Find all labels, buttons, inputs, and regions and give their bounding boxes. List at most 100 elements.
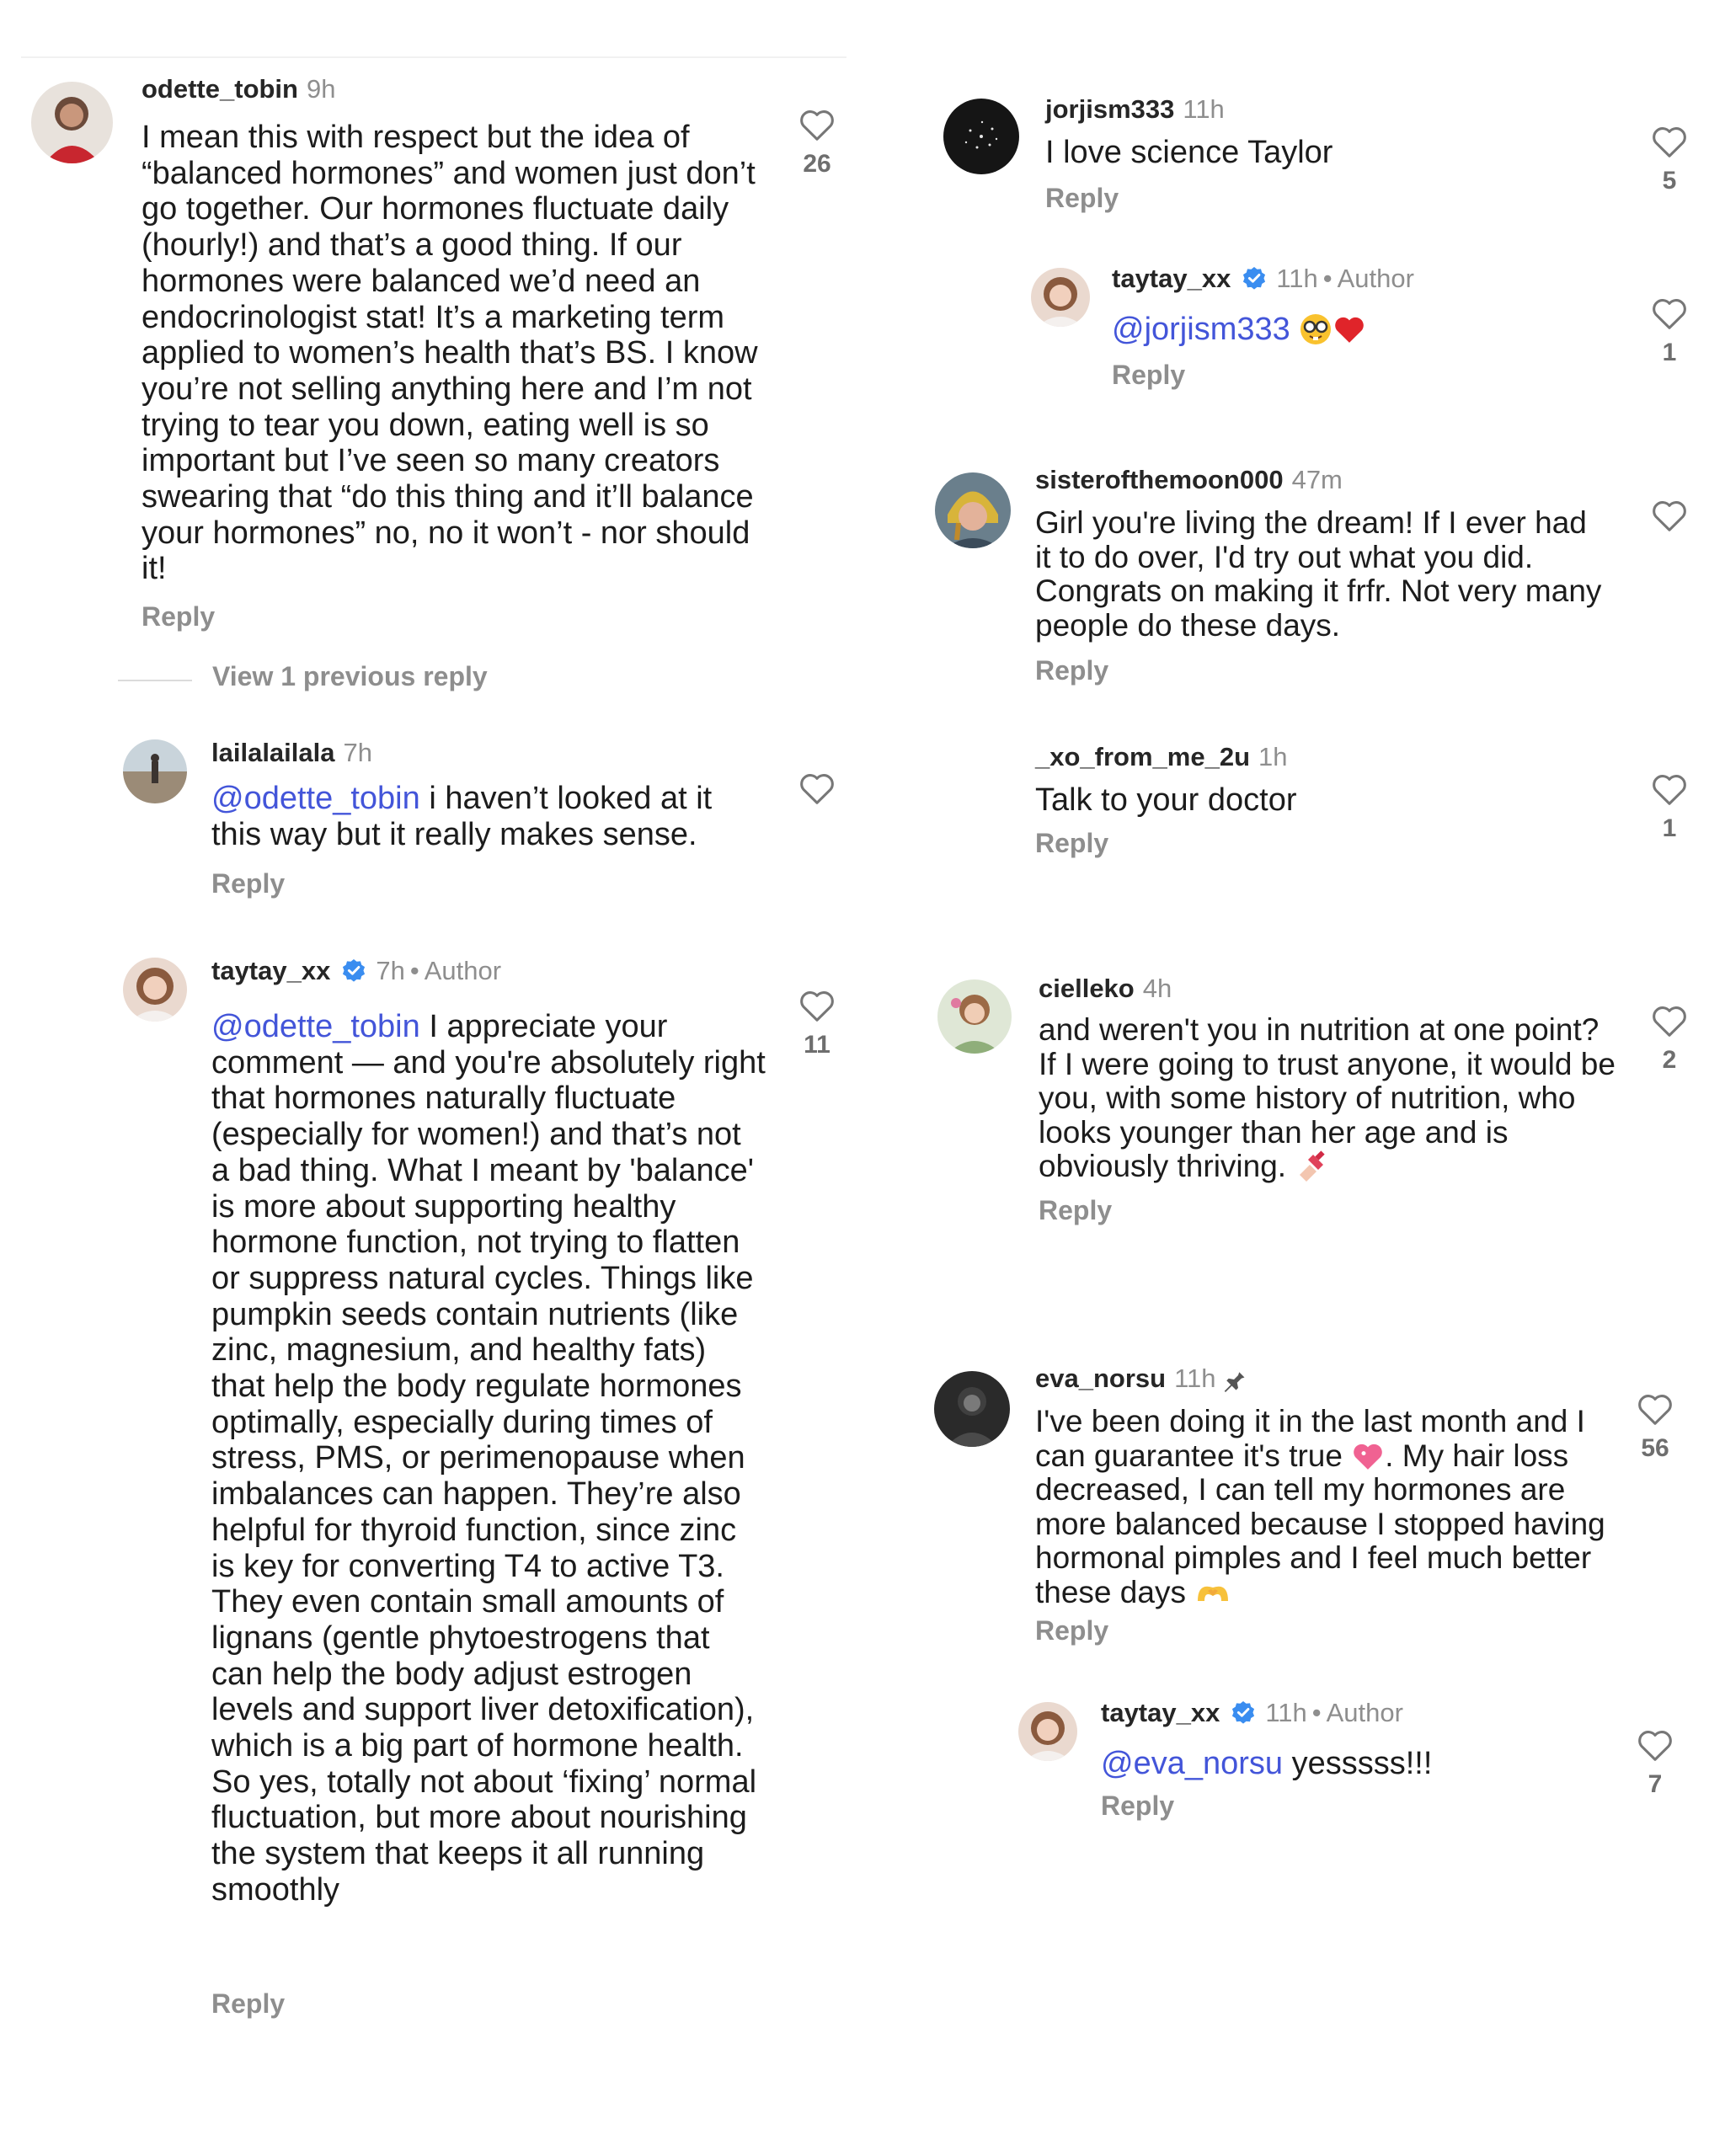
like-button[interactable]: 2 — [1632, 1004, 1707, 1075]
heart-icon — [1653, 775, 1686, 805]
reply-button[interactable]: Reply — [211, 868, 285, 899]
verified-badge-icon — [343, 959, 366, 982]
heart-icon — [800, 774, 834, 804]
reply-button[interactable]: Reply — [1045, 183, 1119, 214]
like-button[interactable] — [1632, 499, 1707, 532]
like-button[interactable]: 5 — [1632, 125, 1707, 195]
timestamp: 1h — [1258, 742, 1288, 771]
avatar[interactable] — [935, 472, 1011, 548]
author-label: Author — [424, 956, 502, 985]
avatar[interactable] — [943, 99, 1019, 174]
comment-text: I love science Taylor — [1045, 135, 1567, 171]
username[interactable]: sisterofthemoon000 — [1035, 465, 1284, 494]
reply-button[interactable]: Reply — [1035, 828, 1108, 859]
username[interactable]: cielleko — [1039, 974, 1135, 1003]
avatar[interactable] — [31, 82, 113, 163]
reply-button[interactable]: Reply — [1101, 1790, 1174, 1822]
like-button[interactable]: 1 — [1632, 772, 1707, 843]
like-button[interactable]: 26 — [779, 108, 855, 179]
comment-body: Talk to your doctor — [1035, 782, 1297, 818]
reply-button[interactable]: Reply — [1112, 360, 1185, 391]
avatar[interactable] — [937, 979, 1012, 1054]
username[interactable]: odette_tobin — [142, 74, 298, 104]
username[interactable]: lailalailala — [211, 738, 335, 767]
like-count: 56 — [1641, 1434, 1669, 1462]
comment-header: cielleko 4h — [1039, 972, 1172, 1006]
mention-link[interactable]: @odette_tobin — [211, 1009, 420, 1044]
username[interactable]: eva_norsu — [1035, 1364, 1166, 1393]
avatar[interactable] — [123, 958, 187, 1022]
heart-icon — [1638, 1731, 1672, 1761]
heart-icon — [1653, 127, 1686, 157]
comment-body: Girl you're living the dream! If I ever … — [1035, 505, 1602, 643]
pin-icon — [1224, 1369, 1244, 1392]
reply-button[interactable]: Reply — [1039, 1195, 1112, 1226]
mention-link[interactable]: @eva_norsu — [1101, 1746, 1283, 1781]
heart-icon — [1653, 1006, 1686, 1037]
username[interactable]: taytay_xx — [1112, 264, 1231, 293]
avatar[interactable] — [1031, 268, 1090, 327]
heart-icon — [800, 991, 834, 1022]
comment-text: I've been doing it in the last month and… — [1035, 1404, 1616, 1609]
timestamp: 11h — [1183, 94, 1225, 124]
comment-header: lailalailala 7h — [211, 736, 372, 770]
comment-header: _xo_from_me_2u 1h — [1035, 740, 1288, 774]
timestamp: 47m — [1291, 465, 1343, 494]
avatar[interactable] — [934, 1371, 1010, 1447]
comment-body: I mean this with respect but the idea of… — [142, 120, 758, 587]
author-label: Author — [1326, 1698, 1403, 1727]
mention-link[interactable]: @odette_tobin — [211, 781, 420, 816]
comment-body: I love science Taylor — [1045, 135, 1333, 170]
timestamp: 11h — [1265, 1698, 1307, 1727]
like-button[interactable] — [779, 771, 855, 805]
avatar[interactable] — [1018, 1702, 1077, 1761]
username[interactable]: jorjism333 — [1045, 94, 1174, 124]
comment-header: taytay_xx 11h • Author — [1101, 1696, 1403, 1730]
separator-dot: • — [1322, 264, 1332, 293]
nerd-face-emoji-icon — [1300, 314, 1332, 344]
comment-text: I mean this with respect but the idea of… — [142, 120, 765, 587]
heart-icon — [800, 110, 834, 141]
avatar[interactable] — [123, 739, 187, 803]
username[interactable]: taytay_xx — [211, 956, 330, 985]
comment-text: @odette_tobin I appreciate your comment … — [211, 1009, 767, 1908]
comment-body — [1290, 312, 1300, 347]
sparkling-heart-emoji-icon — [1354, 1444, 1383, 1470]
reply-button[interactable]: Reply — [211, 1988, 285, 2020]
username[interactable]: _xo_from_me_2u — [1035, 742, 1250, 771]
heart-icon — [1638, 1395, 1672, 1425]
comment-text: @eva_norsu yesssss!!! — [1101, 1746, 1589, 1782]
like-count: 1 — [1662, 339, 1677, 366]
separator-dot: • — [409, 956, 419, 985]
comment-text: @jorjism333 — [1112, 312, 1583, 348]
divider — [118, 680, 192, 681]
reply-button[interactable]: Reply — [1035, 1615, 1108, 1646]
author-label: Author — [1337, 264, 1414, 293]
like-button[interactable]: 7 — [1617, 1728, 1693, 1799]
username[interactable]: taytay_xx — [1101, 1698, 1220, 1727]
timestamp: 4h — [1142, 974, 1172, 1003]
comment-body: I appreciate your comment — and you're a… — [211, 1009, 766, 1908]
like-button[interactable]: 11 — [779, 989, 855, 1059]
like-count: 26 — [803, 150, 831, 178]
like-button[interactable]: 1 — [1632, 296, 1707, 367]
top-divider — [21, 56, 846, 58]
timestamp: 11h — [1276, 264, 1318, 293]
like-count: 11 — [804, 1031, 830, 1059]
like-count: 2 — [1662, 1046, 1677, 1074]
comment-header: jorjism333 11h — [1045, 93, 1225, 126]
comment-text: @odette_tobin i haven’t looked at it thi… — [211, 781, 767, 852]
comment-header: odette_tobin 9h — [142, 72, 335, 106]
comment-header: sisterofthemoon000 47m — [1035, 463, 1343, 497]
like-count: 5 — [1662, 167, 1677, 195]
verified-badge-icon — [1232, 1701, 1255, 1724]
like-count: 1 — [1662, 814, 1677, 842]
like-button[interactable]: 56 — [1617, 1392, 1693, 1463]
reply-button[interactable]: Reply — [142, 601, 215, 632]
heart-hands-emoji-icon — [1198, 1586, 1229, 1601]
nail-polish-emoji-icon — [1300, 1150, 1326, 1182]
like-count: 7 — [1648, 1770, 1663, 1798]
reply-button[interactable]: Reply — [1035, 655, 1108, 686]
timestamp: 11h — [1174, 1364, 1216, 1393]
mention-link[interactable]: @jorjism333 — [1112, 312, 1290, 347]
